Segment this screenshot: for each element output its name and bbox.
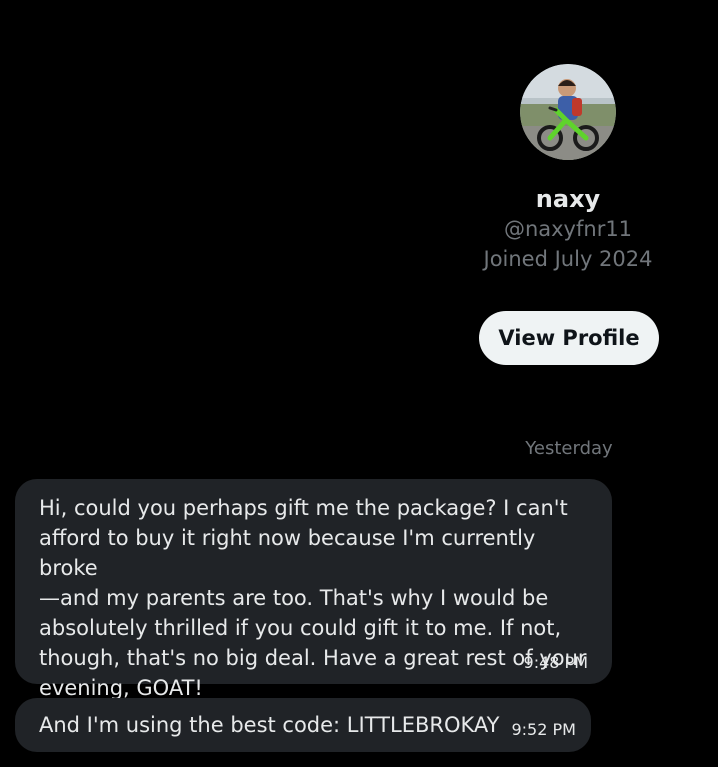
message-timestamp: 9:48 PM	[523, 653, 588, 672]
message-bubble[interactable]: And I'm using the best code: LITTLEBROKA…	[15, 698, 591, 752]
message-timestamp: 9:52 PM	[511, 719, 576, 739]
message-text: And I'm using the best code: LITTLEBROKA…	[39, 713, 500, 737]
profile-header: naxy @naxyfnr11 Joined July 2024	[458, 64, 678, 274]
profile-joined-date: Joined July 2024	[483, 247, 653, 271]
avatar[interactable]	[520, 64, 616, 160]
view-profile-button[interactable]: View Profile	[479, 311, 659, 365]
date-divider: Yesterday	[525, 438, 613, 459]
profile-display-name: naxy	[535, 185, 601, 213]
message-text: Hi, could you perhaps gift me the packag…	[39, 496, 587, 700]
message-bubble[interactable]: Hi, could you perhaps gift me the packag…	[15, 479, 612, 700]
dm-conversation-view: naxy @naxyfnr11 Joined July 2024 View Pr…	[0, 0, 718, 767]
profile-handle: @naxyfnr11	[503, 217, 633, 241]
